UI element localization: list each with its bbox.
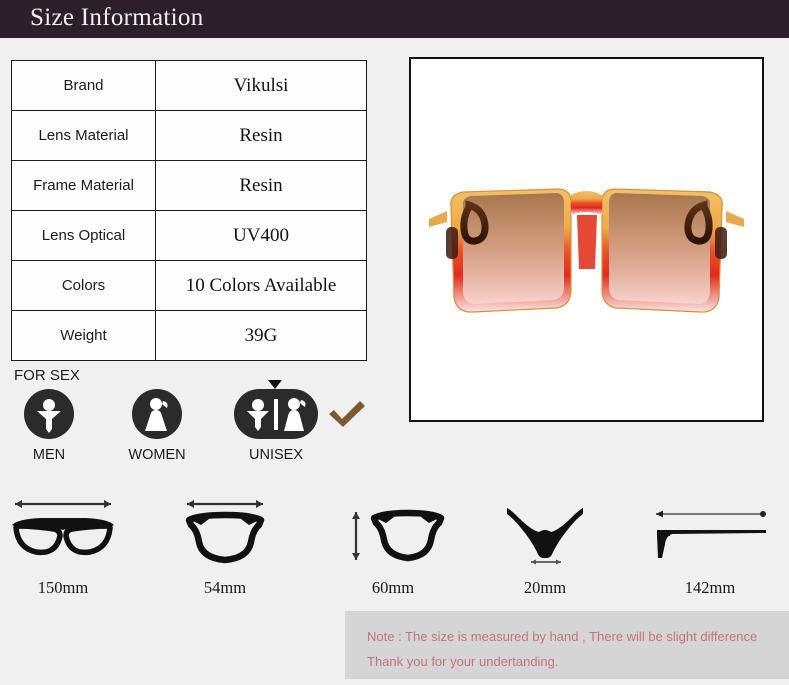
measurement-temple-length: 142mm — [635, 492, 785, 598]
female-figure-icon — [124, 388, 190, 440]
spec-value: Resin — [155, 160, 367, 211]
temple-length-icon — [635, 492, 785, 570]
table-row: Weight 39G — [11, 310, 367, 361]
note-line-1: Note : The size is measured by hand , Th… — [367, 629, 758, 644]
spec-value: Resin — [155, 110, 367, 161]
spec-value: 39G — [155, 310, 367, 361]
measurement-value: 60mm — [371, 578, 415, 597]
for-sex-label: FOR SEX — [14, 367, 80, 384]
table-row: Brand Vikulsi — [11, 60, 367, 111]
measurement-total-width: 150mm — [0, 492, 138, 598]
lens-height-icon — [318, 492, 468, 570]
sex-option-women[interactable]: WOMEN — [124, 388, 190, 463]
page-title: Size Information — [30, 4, 204, 31]
measurement-lens-height: 60mm — [318, 492, 468, 598]
note-line-2: Thank you for your undertanding. — [367, 654, 559, 669]
spec-label: Brand — [11, 60, 156, 111]
measurement-value: 142mm — [684, 578, 736, 597]
male-figure-icon — [16, 388, 82, 440]
note-box: Note : The size is measured by hand , Th… — [345, 611, 789, 679]
sex-option-label: MEN — [32, 447, 66, 463]
sunglasses-product-image — [411, 59, 762, 420]
measurement-bridge-width: 20mm — [470, 492, 620, 598]
sex-option-label: WOMEN — [128, 447, 186, 463]
table-row: Lens Optical UV400 — [11, 210, 367, 261]
unisex-figures-icon — [232, 388, 320, 440]
check-icon — [326, 398, 368, 435]
table-row: Colors 10 Colors Available — [11, 260, 367, 311]
spec-label: Frame Material — [11, 160, 156, 211]
header-bar: Size Information — [0, 0, 789, 38]
lens-width-icon — [150, 492, 300, 570]
measurement-lens-width: 54mm — [150, 492, 300, 598]
bridge-width-icon — [470, 492, 620, 570]
sex-option-label: UNISEX — [249, 447, 303, 463]
spec-label: Lens Material — [11, 110, 156, 161]
spec-label: Lens Optical — [11, 210, 156, 261]
spec-label: Colors — [11, 260, 156, 311]
table-row: Lens Material Resin — [11, 110, 367, 161]
product-image-panel — [409, 57, 764, 422]
measurement-value: 20mm — [523, 578, 567, 597]
spec-value: UV400 — [155, 210, 367, 261]
spec-value: 10 Colors Available — [155, 260, 367, 311]
specification-table: Brand Vikulsi Lens Material Resin Frame … — [11, 60, 367, 361]
sex-option-unisex[interactable]: UNISEX — [232, 388, 320, 463]
table-row: Frame Material Resin — [11, 160, 367, 211]
spec-value: Vikulsi — [155, 60, 367, 111]
sex-option-men[interactable]: MEN — [16, 388, 82, 463]
measurement-value: 150mm — [37, 578, 89, 597]
spec-label: Weight — [11, 310, 156, 361]
measurement-value: 54mm — [203, 578, 247, 597]
glasses-front-width-icon — [0, 492, 138, 570]
